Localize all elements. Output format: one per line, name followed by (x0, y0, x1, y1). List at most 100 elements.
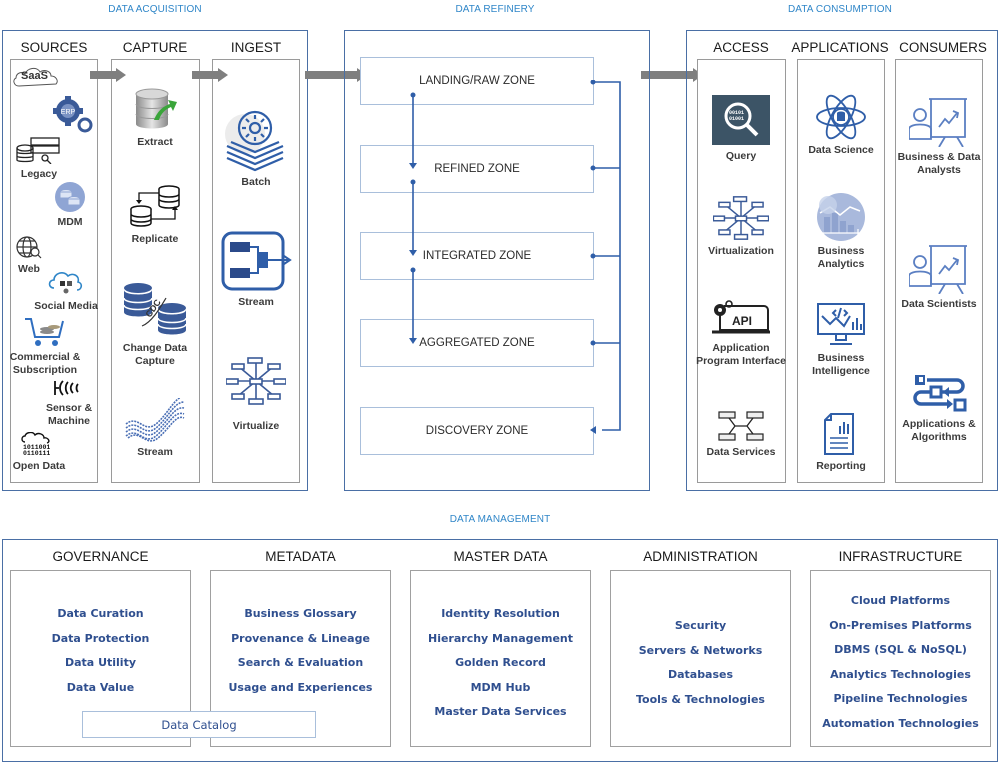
group-header-infrastructure: INFRASTRUCTURE (838, 549, 963, 564)
ingest-batch: Batch (214, 108, 298, 189)
section-title-management: DATA MANAGEMENT (449, 514, 551, 525)
ingest-label: Virtualize (232, 420, 280, 432)
access-virtualization: Virtualization (699, 195, 783, 258)
column-header-applications: APPLICATIONS (791, 40, 889, 55)
svg-text:API: API (732, 314, 752, 328)
stream-flow-icon (221, 231, 292, 291)
monitor-chart-icon (817, 303, 865, 345)
capture-label: Stream (137, 446, 173, 458)
batch-layers-icon (225, 110, 284, 172)
capture-label: Replicate (131, 233, 179, 245)
sensor-icon (54, 380, 79, 396)
presenter-icon (909, 245, 967, 294)
access-label: Application Program Interface (696, 342, 786, 367)
access-api: API Application Program Interface (690, 300, 792, 368)
source-open-data: 1011001 0110111 Open Data (10, 432, 68, 473)
infrastructure-item: Pipeline Technologies (833, 692, 968, 705)
ingest-label: Batch (241, 176, 271, 188)
infrastructure-item: Cloud Platforms (850, 594, 951, 607)
source-social-media: Social Media (30, 268, 102, 313)
master-data-item: Golden Record (455, 656, 546, 669)
capture-replicate: Replicate (114, 183, 196, 246)
database-export-icon (135, 88, 177, 129)
column-header-consumers: CONSUMERS (899, 40, 987, 55)
governance-item: Data Value (66, 680, 135, 694)
metadata-item: Usage and Experiences (228, 680, 373, 694)
data-wave-icon (125, 398, 185, 442)
consumer-label: Data Scientists (901, 298, 977, 310)
column-header-ingest: INGEST (230, 40, 282, 55)
administration-item: Security (674, 619, 727, 632)
ingest-label: Stream (238, 296, 274, 308)
master-data-item: Hierarchy Management (427, 631, 574, 645)
ingest-virtualize: Virtualize (214, 356, 298, 433)
binary-cloud-icon: 1011001 0110111 (21, 432, 50, 456)
metadata-item: Business Glossary (244, 607, 357, 620)
capture-stream: Stream (114, 398, 196, 459)
globe-search-icon (16, 236, 42, 259)
data-catalog-bar: Data Catalog (82, 711, 316, 738)
app-data-science: Data Science (799, 94, 883, 157)
consumer-analysts: Business & Data Analysts (897, 95, 981, 177)
consumer-label: Applications & Algorithms (902, 418, 976, 443)
report-document-icon (824, 413, 854, 455)
source-commercial: Commercial & Subscription (6, 317, 84, 377)
administration-item: Servers & Networks (638, 643, 763, 657)
governance-item: Data Protection (51, 631, 150, 645)
source-legacy: Legacy (14, 136, 64, 181)
app-label: Business Intelligence (812, 352, 870, 377)
master-data-box: Identity Resolution Hierarchy Management… (410, 570, 591, 747)
group-header-governance: GOVERNANCE (52, 549, 149, 564)
master-data-item: MDM Hub (470, 680, 531, 694)
flow-arrow-icon (192, 68, 228, 82)
column-header-access: ACCESS (713, 40, 769, 55)
ingest-stream: Stream (214, 230, 298, 309)
group-header-metadata: METADATA (265, 549, 336, 564)
flow-arrow-icon (90, 68, 126, 82)
consumer-data-scientists: Data Scientists (897, 242, 981, 311)
source-label: Social Media (34, 300, 98, 312)
svg-text:01001: 01001 (729, 116, 744, 122)
capture-cdc: CDC Change Data Capture (112, 282, 198, 368)
section-title-consumption: DATA CONSUMPTION (787, 4, 892, 15)
metadata-item: Provenance & Lineage (231, 631, 370, 645)
api-laptop-icon: API (712, 300, 770, 334)
consumer-label: Business & Data Analysts (897, 151, 981, 176)
administration-item: Databases (667, 668, 734, 681)
analytics-chart-icon (817, 193, 865, 241)
consumer-applications: Applications & Algorithms (897, 374, 981, 444)
capture-extract: Extract (114, 86, 196, 149)
section-title-refinery: DATA REFINERY (455, 4, 535, 15)
group-header-administration: ADMINISTRATION (643, 549, 758, 564)
administration-item: Tools & Technologies (636, 692, 765, 706)
access-label: Virtualization (708, 245, 774, 257)
database-replicate-icon (130, 185, 180, 227)
virtualize-hub-icon (226, 357, 286, 405)
capture-label: Extract (137, 136, 173, 148)
source-saas: SaaS (11, 62, 67, 90)
column-header-capture: CAPTURE (122, 40, 188, 55)
capture-label: Change Data Capture (122, 342, 188, 367)
group-header-master-data: MASTER DATA (453, 549, 548, 564)
source-mdm: MDM (48, 182, 92, 229)
source-label: SaaS (21, 70, 48, 82)
source-label: Sensor & Machine (45, 402, 93, 427)
app-label: Business Analytics (817, 245, 865, 270)
infrastructure-item: Automation Technologies (822, 716, 979, 730)
source-label: Legacy (20, 168, 58, 180)
virtualize-hub-icon (713, 196, 769, 240)
mdm-database-icon (55, 182, 85, 212)
metadata-item: Search & Evaluation (237, 656, 364, 669)
administration-box: Security Servers & Networks Databases To… (610, 570, 791, 747)
app-label: Data Science (808, 144, 874, 156)
master-data-item: Identity Resolution (441, 607, 560, 620)
governance-item: Data Curation (57, 607, 144, 620)
atom-database-icon (816, 94, 866, 140)
access-label: Query (725, 150, 757, 162)
source-label: Commercial & Subscription (9, 351, 81, 376)
column-header-sources: SOURCES (20, 40, 88, 55)
source-label: Open Data (12, 460, 66, 472)
app-reporting: Reporting (799, 412, 883, 473)
app-business-analytics: Business Analytics (799, 193, 883, 271)
social-cloud-icon (48, 271, 83, 294)
